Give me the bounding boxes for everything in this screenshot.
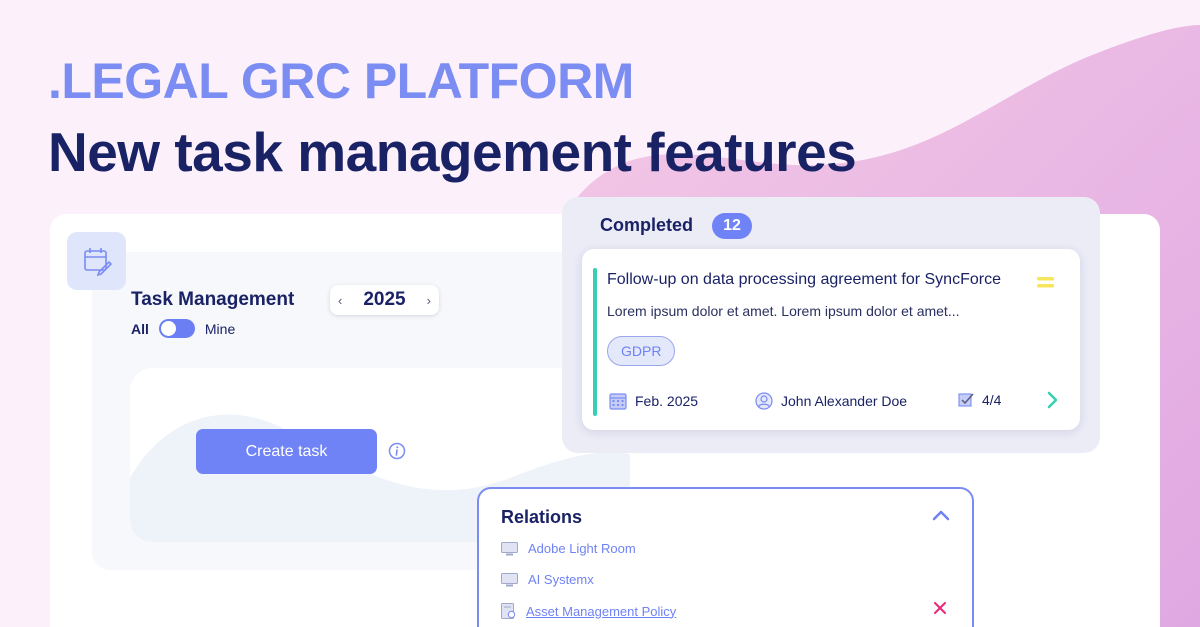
tag-gdpr[interactable]: GDPR [607,336,676,366]
create-task-button[interactable]: Create task [196,429,377,474]
all-mine-toggle[interactable] [158,319,195,338]
ownership-filter: All Mine [131,319,235,338]
checklist-value: 4/4 [982,392,1002,408]
info-icon[interactable] [388,442,406,460]
year-picker: ‹ 2025 › [330,285,439,315]
policy-document-icon [501,603,516,619]
status-accent-bar [593,268,597,416]
year-value: 2025 [363,289,406,310]
user-icon [755,392,773,410]
relations-title: Relations [501,507,583,527]
chevron-right-icon[interactable]: › [427,293,431,308]
due-date: Feb. 2025 [609,392,698,410]
due-date-value: Feb. 2025 [635,393,699,409]
assignee-name: John Alexander Doe [781,393,908,409]
chevron-right-icon[interactable] [1046,391,1060,409]
checklist-icon [958,393,974,407]
relation-item[interactable]: AI Systemx [501,572,594,587]
priority-medium-icon [1037,277,1054,288]
task-description: Lorem ipsum dolor et amet. Lorem ipsum d… [607,303,960,319]
monitor-icon [501,572,518,586]
relation-label: Asset Management Policy [526,603,677,619]
relation-item[interactable]: Adobe Light Room [501,541,636,556]
relations-panel: Relations Adobe Light Room AI Systemx As… [477,487,974,627]
platform-eyebrow: .LEGAL GRC PLATFORM [48,53,634,109]
filter-all-label: All [131,320,149,337]
close-icon[interactable] [934,602,946,614]
completed-title: Completed [600,215,694,235]
task-card[interactable]: Follow-up on data processing agreement f… [582,249,1080,430]
relation-label: Adobe Light Room [528,541,636,556]
chevron-up-icon[interactable] [932,509,950,521]
calendar-edit-tile [67,232,126,290]
monitor-icon [501,541,518,555]
task-management-title: Task Management [131,289,295,310]
calendar-edit-icon [83,248,112,276]
chevron-left-icon[interactable]: ‹ [338,293,342,308]
relation-item[interactable]: Asset Management Policy [501,603,676,619]
calendar-icon [609,393,627,410]
toggle-knob [160,321,176,336]
headline: New task management features [48,121,857,183]
task-title: Follow-up on data processing agreement f… [607,271,1001,288]
filter-mine-label: Mine [204,320,236,337]
relation-label: AI Systemx [528,572,594,587]
assignee: John Alexander Doe [755,392,907,410]
checklist-progress: 4/4 [958,392,1001,408]
completed-count-badge: 12 [712,213,752,239]
